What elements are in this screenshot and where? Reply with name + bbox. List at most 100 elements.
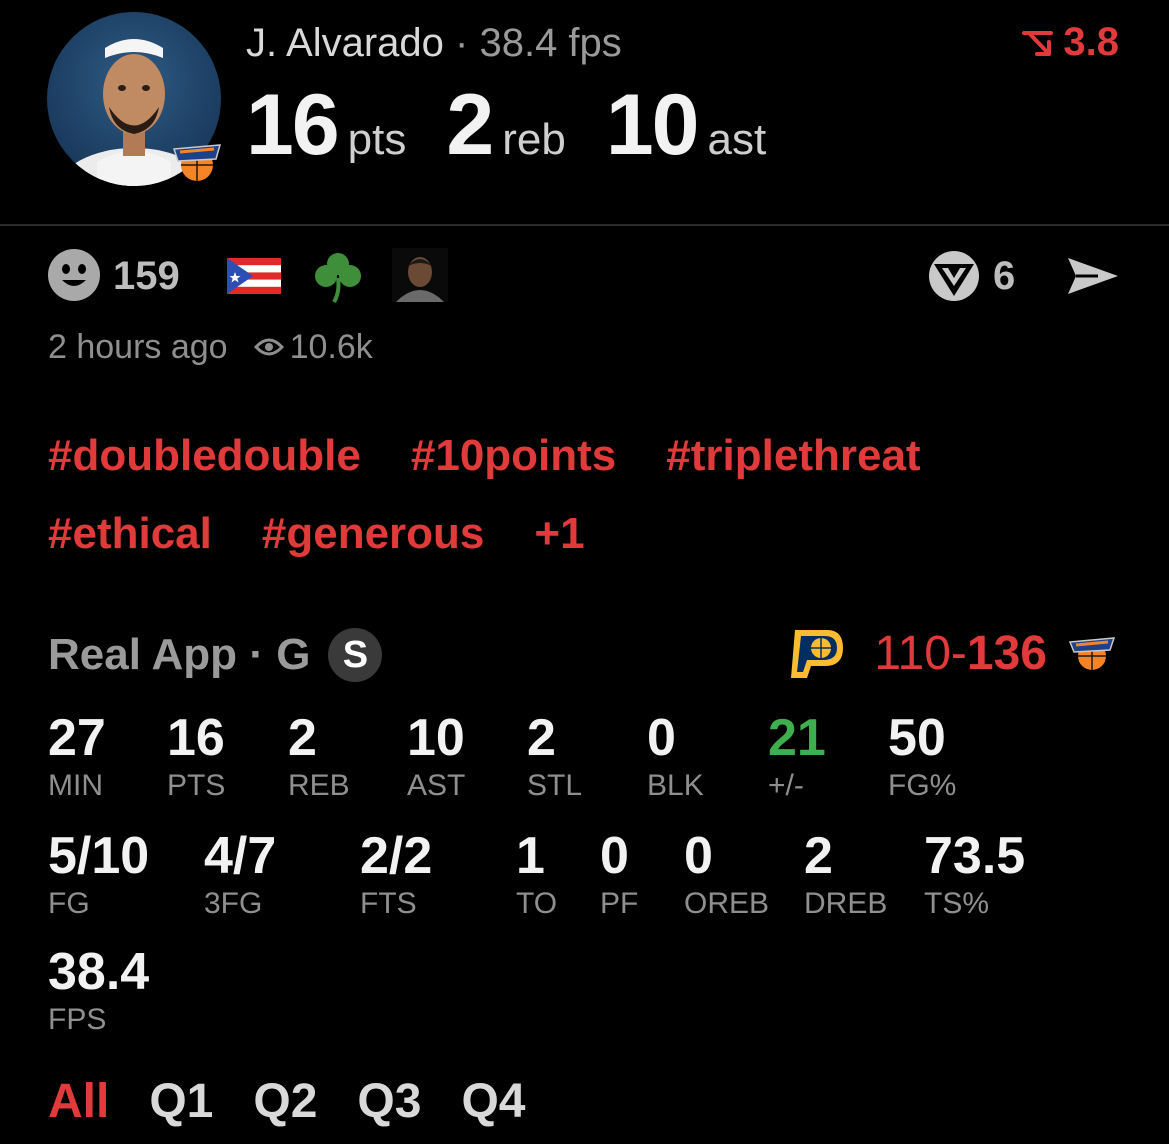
vote-count[interactable]: 6 [993,252,1015,300]
pacers-logo-icon[interactable] [789,626,845,680]
tab-q2[interactable]: Q2 [253,1074,317,1130]
hashtag-more-button[interactable]: +1 [534,508,584,560]
headline-stats: 16 pts 2 reb 10 ast [246,82,806,193]
tab-all[interactable]: All [48,1074,109,1130]
stat-fg-value: 5/10 [48,827,150,885]
stat-3fg-value: 4/7 [204,827,277,885]
stat-to: 1 TO [516,828,557,922]
stat-oreb: 0 OREB [684,828,769,922]
stat-ts-pct-value: 73.5 [924,827,1026,885]
player-fps: 38.4 fps [479,21,622,65]
stat-min: 27 MIN [48,710,106,804]
stat-3fg-label: 3FG [204,887,263,920]
stat-reb-value: 2 [288,709,317,767]
stat-ast-value: 10 [407,709,465,767]
stat-stl-label: STL [527,769,583,802]
trend-indicator[interactable]: 3.8 [1021,20,1119,65]
shamrock-icon[interactable] [310,248,366,304]
headline-pts-unit: pts [347,115,407,164]
stat-ast-label: AST [407,769,466,802]
ballot-icon[interactable] [926,250,982,302]
tab-q3[interactable]: Q3 [357,1074,421,1130]
starter-badge: S [328,628,383,682]
stat-fps: 38.4 FPS [48,944,149,1038]
stat-blk: 0 BLK [647,710,704,804]
down-trend-icon [1022,30,1054,56]
separator-dot: · [455,21,469,65]
stat-fg-pct-label: FG% [888,769,957,802]
player-position: G [276,630,311,679]
stat-fg: 5/10 FG [48,828,149,922]
stat-dreb: 2 DREB [804,828,887,922]
time-ago: 2 hours ago [48,328,228,366]
stat-pts-label: PTS [167,769,226,802]
stat-fts: 2/2 FTS [360,828,432,922]
stat-pf: 0 PF [600,828,638,922]
stat-reb-label: REB [288,769,350,802]
home-score: 136 [966,627,1047,680]
stat-to-label: TO [516,887,558,920]
stat-blk-value: 0 [647,709,676,767]
stat-ts-pct-label: TS% [924,887,990,920]
hashtag-generous[interactable]: #generous [262,508,485,560]
hashtag-row-2: #ethical #generous +1 [48,508,1128,560]
stat-dreb-value: 2 [804,827,833,885]
smiley-icon[interactable] [47,248,101,302]
stat-fps-label: FPS [48,1003,107,1036]
puerto-rico-flag-icon[interactable] [227,258,281,294]
away-score: 110 [874,627,951,680]
hashtag-ethical[interactable]: #ethical [48,508,212,560]
hashtag-10points[interactable]: #10points [411,430,616,482]
reaction-count[interactable]: 159 [113,252,180,300]
source-dot: · [249,630,264,679]
hashtag-triplethreat[interactable]: #triplethreat [666,430,920,482]
knicks-logo-icon [168,135,226,185]
period-tabs: All Q1 Q2 Q3 Q4 [48,1074,525,1130]
stat-to-value: 1 [516,827,545,885]
stat-min-label: MIN [48,769,103,802]
header-divider [0,224,1169,226]
game-source: Real App · G S [48,628,383,682]
game-score[interactable]: 110-136 [874,628,1047,680]
stat-pf-value: 0 [600,827,629,885]
eye-icon [253,338,284,356]
trend-value: 3.8 [1063,20,1119,64]
headline-reb-value: 2 [446,77,494,173]
score-dash: - [950,627,967,680]
tab-q4[interactable]: Q4 [461,1074,525,1130]
face-avatar-icon[interactable] [392,248,448,302]
knicks-logo-icon[interactable] [1066,630,1118,674]
player-name-line[interactable]: J. Alvarado · 38.4 fps [246,18,622,68]
stat-plus-minus-label: +/- [768,769,804,802]
send-icon[interactable] [1064,252,1122,300]
post-meta: 2 hours ago 10.6k [48,326,373,368]
headline-pts-value: 16 [246,77,340,173]
hashtag-row-1: #doubledouble #10points #triplethreat [48,430,1128,482]
stat-pts: 16 PTS [167,710,225,804]
stat-pf-label: PF [600,887,639,920]
stat-fts-value: 2/2 [360,827,433,885]
headline-reb-unit: reb [502,115,566,164]
stat-fts-label: FTS [360,887,417,920]
stat-3fg: 4/7 3FG [204,828,276,922]
stat-min-value: 27 [48,709,106,767]
stat-reb: 2 REB [288,710,350,804]
hashtag-list: #doubledouble #10points #triplethreat #e… [48,430,1128,586]
stat-oreb-value: 0 [684,827,713,885]
stat-blk-label: BLK [647,769,704,802]
hashtag-doubledouble[interactable]: #doubledouble [48,430,361,482]
stat-fg-pct-value: 50 [888,709,946,767]
stat-fg-pct: 50 FG% [888,710,956,804]
stat-fps-value: 38.4 [48,943,150,1001]
stat-ts-pct: 73.5 TS% [924,828,1025,922]
stat-dreb-label: DREB [804,887,888,920]
stat-stl: 2 STL [527,710,582,804]
headline-ast-value: 10 [605,77,700,173]
stat-pts-value: 16 [167,709,225,767]
stat-oreb-label: OREB [684,887,770,920]
tab-q1[interactable]: Q1 [149,1074,213,1130]
player-name[interactable]: J. Alvarado [246,21,444,65]
stat-stl-value: 2 [527,709,556,767]
source-name: Real App [48,630,238,679]
stat-fg-label: FG [48,887,90,920]
